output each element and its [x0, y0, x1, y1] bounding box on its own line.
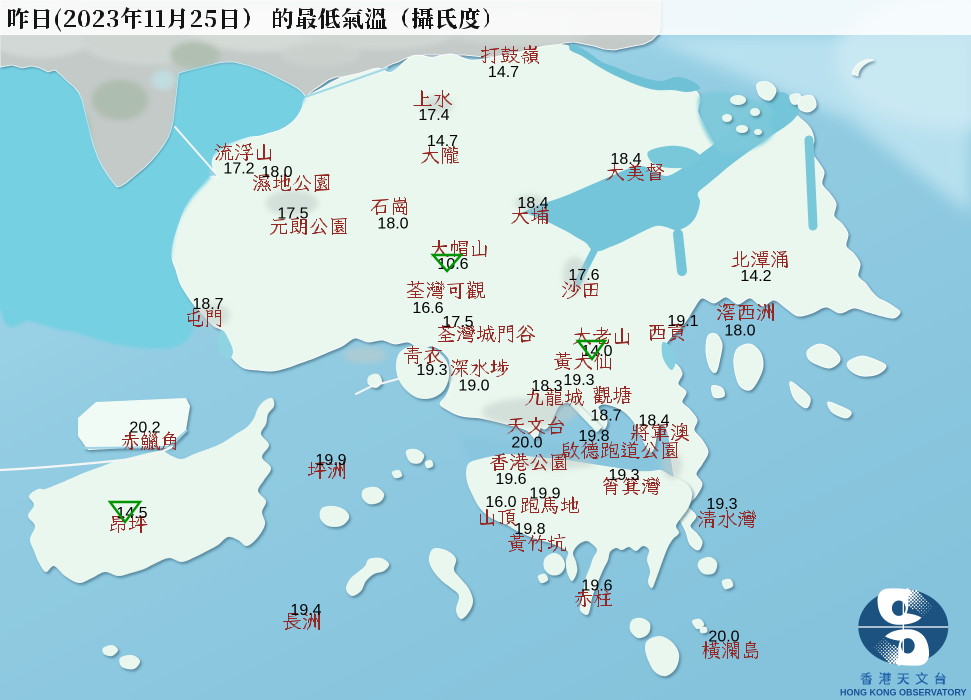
svg-text:18.7: 18.7 [192, 296, 223, 313]
svg-text:19.3: 19.3 [416, 362, 447, 379]
svg-text:19.9: 19.9 [529, 485, 560, 502]
svg-text:14.7: 14.7 [427, 133, 458, 150]
svg-text:18.7: 18.7 [590, 407, 621, 424]
svg-text:17.6: 17.6 [568, 267, 599, 284]
svg-text:19.3: 19.3 [563, 372, 594, 389]
svg-text:19.8: 19.8 [514, 521, 545, 538]
svg-text:19.9: 19.9 [315, 452, 346, 469]
svg-text:14.7: 14.7 [488, 64, 519, 81]
svg-text:19.1: 19.1 [667, 313, 698, 330]
svg-text:18.0: 18.0 [377, 215, 408, 232]
svg-text:19.6: 19.6 [581, 577, 612, 594]
svg-text:17.2: 17.2 [223, 161, 254, 178]
svg-text:18.4: 18.4 [610, 151, 641, 168]
svg-text:17.5: 17.5 [442, 314, 473, 331]
svg-text:HONG KONG OBSERVATORY: HONG KONG OBSERVATORY [840, 688, 967, 698]
svg-text:18.0: 18.0 [261, 164, 292, 181]
svg-text:20.2: 20.2 [129, 419, 160, 436]
svg-text:20.0: 20.0 [511, 434, 542, 451]
svg-text:16.6: 16.6 [412, 300, 443, 317]
svg-text:16.0: 16.0 [485, 494, 516, 511]
svg-text:14.2: 14.2 [740, 268, 771, 285]
svg-text:19.4: 19.4 [290, 602, 321, 619]
svg-text:17.5: 17.5 [277, 205, 308, 222]
svg-text:20.0: 20.0 [708, 628, 739, 645]
svg-text:19.6: 19.6 [495, 471, 526, 488]
svg-text:18.0: 18.0 [724, 322, 755, 339]
svg-text:18.4: 18.4 [517, 195, 548, 212]
svg-text:18.3: 18.3 [531, 378, 562, 395]
svg-text:19.8: 19.8 [578, 428, 609, 445]
svg-text:18.4: 18.4 [638, 412, 669, 429]
svg-text:19.0: 19.0 [458, 377, 489, 394]
svg-text:19.3: 19.3 [608, 467, 639, 484]
svg-text:19.3: 19.3 [706, 496, 737, 513]
svg-text:17.4: 17.4 [418, 107, 449, 124]
